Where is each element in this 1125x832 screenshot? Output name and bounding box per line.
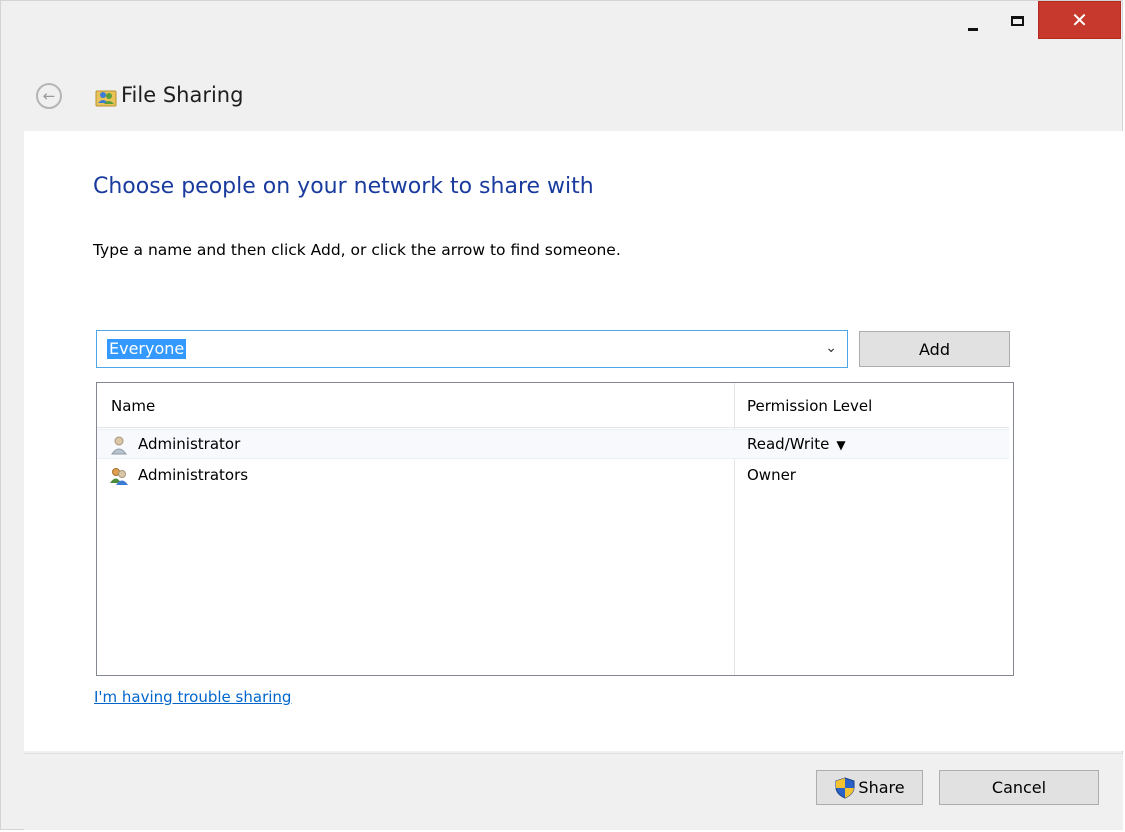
row-permission: Read/Write [747,435,830,453]
people-list: Name Permission Level Administrator Read… [96,382,1014,676]
content-panel: Choose people on your network to share w… [24,131,1123,751]
navigation-bar: ← File Sharing [1,73,1122,123]
maximize-icon [1011,16,1024,26]
caret-down-icon: ▼ [836,438,846,452]
file-sharing-window: ✕ ← File Sharing Choose people on your n… [0,0,1123,830]
column-divider [734,383,735,675]
close-icon: ✕ [1071,8,1088,32]
column-header-permission-level[interactable]: Permission Level [747,397,872,415]
user-icon [111,436,127,455]
minimize-icon [967,27,978,31]
user-group-icon [110,468,128,485]
column-header-name[interactable]: Name [111,397,155,415]
cancel-button[interactable]: Cancel [939,770,1099,805]
close-button[interactable]: ✕ [1038,1,1121,39]
table-row-administrator[interactable]: Administrator Read/Write ▼ [97,429,1009,459]
dialog-title: File Sharing [121,83,244,107]
title-bar: ✕ [1,1,1122,71]
table-row-administrators[interactable]: Administrators Owner [97,461,1009,491]
combobox-value[interactable]: Everyone [107,339,187,359]
permission-dropdown[interactable]: Read/Write ▼ [747,435,846,453]
people-sharing-icon [95,90,117,107]
back-arrow-icon[interactable]: ← [36,83,62,109]
share-label: Share [858,778,905,797]
dialog-footer: Share Cancel [24,753,1123,830]
chevron-down-icon[interactable]: ⌄ [825,340,837,356]
maximize-button[interactable] [1004,1,1031,41]
row-permission: Owner [747,466,796,484]
uac-shield-icon [835,776,855,799]
main-heading: Choose people on your network to share w… [93,174,594,199]
list-header: Name Permission Level [97,383,1009,428]
instruction-text: Type a name and then click Add, or click… [93,241,621,259]
add-button[interactable]: Add [859,331,1010,367]
row-name: Administrator [138,435,241,453]
minimize-button[interactable] [959,1,986,41]
row-name: Administrators [138,466,249,484]
share-button[interactable]: Share [816,770,923,805]
trouble-sharing-link[interactable]: I'm having trouble sharing [94,688,291,706]
people-combobox[interactable]: Everyone ⌄ [96,330,848,368]
